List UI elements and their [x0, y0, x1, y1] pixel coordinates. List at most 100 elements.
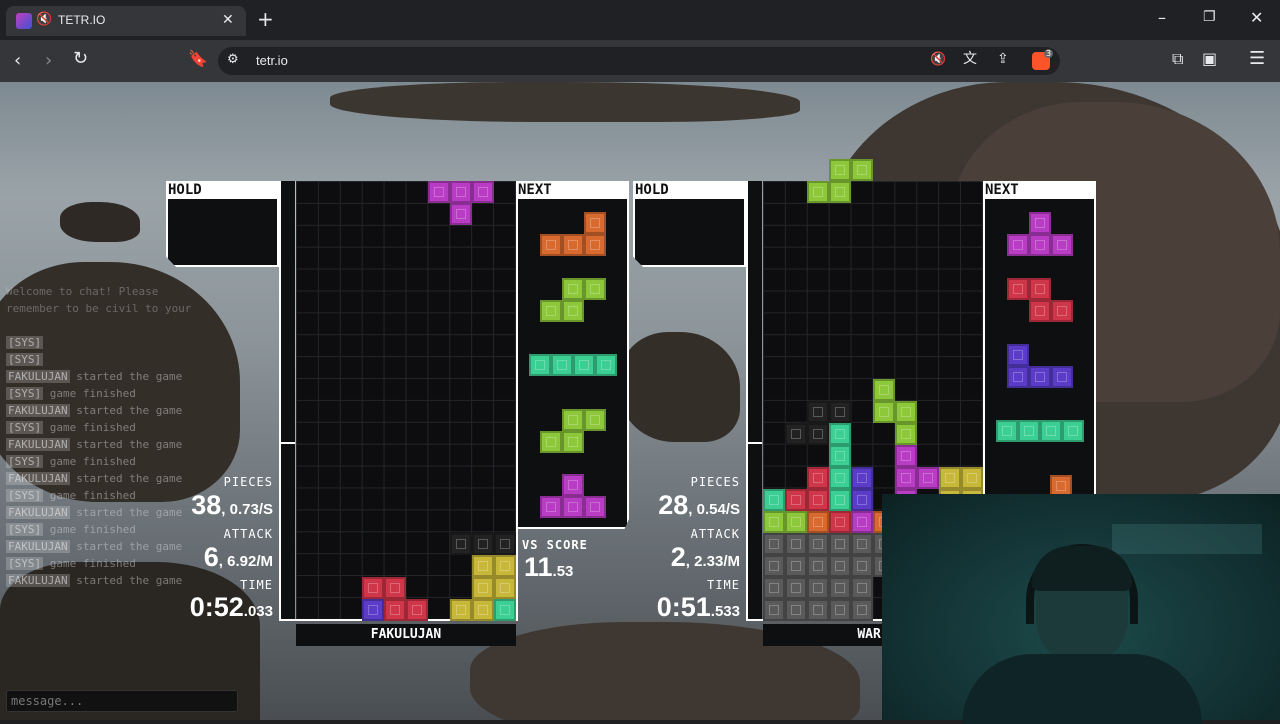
chat-username: [SYS] — [6, 455, 44, 468]
webcam-person-hair — [1032, 546, 1132, 591]
reload-icon[interactable]: ↻ — [73, 50, 88, 68]
p1-pieces-rate: 0.73/S — [229, 501, 273, 518]
menu-icon[interactable]: ☰ — [1249, 50, 1265, 68]
chat-message: started the game — [69, 574, 183, 587]
chat-message: started the game — [69, 370, 183, 383]
back-icon[interactable]: ‹ — [14, 52, 21, 70]
chat-message: game finished — [43, 421, 136, 434]
webcam-person-body — [962, 654, 1202, 724]
p2-pieces-rate: 0.54/S — [696, 501, 740, 518]
chat-line: [SYS] game finished — [6, 453, 266, 470]
chat-username: FAKULUJAN — [6, 506, 70, 519]
site-info-icon[interactable]: ⚙ — [227, 53, 239, 66]
restore-icon[interactable]: ❐ — [1203, 10, 1216, 24]
chat-username: [SYS] — [6, 353, 44, 366]
chat-message: started the game — [69, 404, 183, 417]
translate-icon[interactable]: 文 — [963, 52, 977, 66]
background-rock — [330, 82, 800, 122]
chat-username: [SYS] — [6, 421, 44, 434]
chat-line: [SYS] — [6, 334, 266, 351]
chat-line: FAKULUJAN started the game — [6, 402, 266, 419]
chat-line: [SYS] game finished — [6, 385, 266, 402]
address-bar[interactable]: ⚙ tetr.io 🔇 文 ⇪ 3 — [218, 47, 1060, 75]
p1-attack-rate: 6.92/M — [227, 553, 273, 570]
p2-next-label: NEXT — [983, 181, 1096, 201]
background-rock — [60, 202, 140, 242]
chat-message: game finished — [43, 455, 136, 468]
chat-line: FAKULUJAN started the game — [6, 368, 266, 385]
p2-pieces-value: 28, 0.54/S — [658, 490, 740, 520]
chat-username: FAKULUJAN — [6, 472, 70, 485]
extension-badge: 3 — [1044, 49, 1054, 58]
p2-attack-label: ATTACK — [690, 527, 740, 541]
chat-message: game finished — [43, 557, 136, 570]
bookmark-icon[interactable]: 🔖 — [188, 51, 208, 67]
p2-hold-box — [633, 199, 746, 267]
chat-username: [SYS] — [6, 336, 44, 349]
background-rock — [620, 332, 740, 442]
p2-attack-value: 2, 2.33/M — [670, 542, 740, 572]
p2-hold-label: HOLD — [633, 181, 746, 201]
chat-username: [SYS] — [6, 387, 44, 400]
p1-time-label: TIME — [240, 578, 273, 592]
chat-username: [SYS] — [6, 523, 44, 536]
chat-line: FAKULUJAN started the game — [6, 436, 266, 453]
chat-input[interactable]: message... — [6, 690, 238, 712]
muted-audio-icon[interactable]: 🔇 — [36, 13, 52, 26]
vs-score-value: 11.53 — [524, 552, 574, 582]
chat-line: [SYS] game finished — [6, 419, 266, 436]
p1-next-label: NEXT — [516, 181, 629, 201]
p1-pieces-label: PIECES — [223, 475, 273, 489]
tab-tetrio[interactable]: 🔇 TETR.IO ✕ — [6, 6, 246, 36]
p1-board-right — [516, 181, 518, 621]
p1-next-queue — [518, 199, 629, 529]
p1-nameplate: FAKULUJAN — [296, 624, 516, 646]
p1-time-value: 0:52.033 — [189, 592, 273, 622]
p1-attack-value: 6, 6.92/M — [203, 542, 273, 572]
chat-username: FAKULUJAN — [6, 404, 70, 417]
close-window-icon[interactable]: ✕ — [1250, 10, 1263, 26]
p2-next-queue — [985, 199, 1096, 529]
chat-message: game finished — [43, 523, 136, 536]
chat-message: started the game — [69, 472, 183, 485]
chat-welcome: Welcome to chat! Please — [6, 285, 159, 298]
p2-meter-tick — [746, 442, 762, 444]
p1-board — [296, 181, 516, 621]
p2-garbage-meter — [748, 181, 762, 621]
leo-ai-icon[interactable]: ▣ — [1202, 51, 1217, 67]
extensions-icon[interactable]: ⧉ — [1172, 51, 1183, 67]
audio-muted-indicator-icon[interactable]: 🔇 — [930, 53, 946, 66]
p1-hold-label: HOLD — [166, 181, 279, 201]
chat-username: FAKULUJAN — [6, 574, 70, 587]
tab-bar: 🔇 TETR.IO ✕ + – ❐ ✕ — [0, 0, 1280, 40]
chat-username: FAKULUJAN — [6, 438, 70, 451]
p1-hold-box — [166, 199, 279, 267]
p1-board-bottom — [279, 619, 518, 621]
p2-time-label: TIME — [707, 578, 740, 592]
p1-meter-tick — [279, 442, 295, 444]
webcam-background-shelf — [1112, 524, 1262, 554]
webcam-overlay — [882, 494, 1280, 724]
chat-username: FAKULUJAN — [6, 370, 70, 383]
tetrio-favicon-icon — [16, 13, 32, 29]
share-icon[interactable]: ⇪ — [997, 52, 1009, 66]
new-tab-button[interactable]: + — [257, 9, 274, 29]
url-text[interactable]: tetr.io — [256, 53, 288, 68]
p2-pieces-label: PIECES — [690, 475, 740, 489]
chat-welcome: remember to be civil to your — [6, 302, 192, 315]
p1-attack-label: ATTACK — [223, 527, 273, 541]
p1-pieces-value: 38, 0.73/S — [191, 490, 273, 520]
p2-attack-rate: 2.33/M — [694, 553, 740, 570]
minimize-icon[interactable]: – — [1158, 10, 1166, 26]
forward-icon[interactable]: › — [45, 52, 52, 70]
chat-message: started the game — [69, 438, 183, 451]
vs-score-label: VS SCORE — [522, 538, 588, 552]
close-tab-icon[interactable]: ✕ — [222, 13, 234, 27]
p1-garbage-meter — [281, 181, 295, 621]
chat-username: [SYS] — [6, 557, 44, 570]
chat-line: [SYS] — [6, 351, 266, 368]
tab-title: TETR.IO — [58, 13, 106, 27]
chat-username: FAKULUJAN — [6, 540, 70, 553]
chat-message: game finished — [43, 489, 136, 502]
chat-message: game finished — [43, 387, 136, 400]
